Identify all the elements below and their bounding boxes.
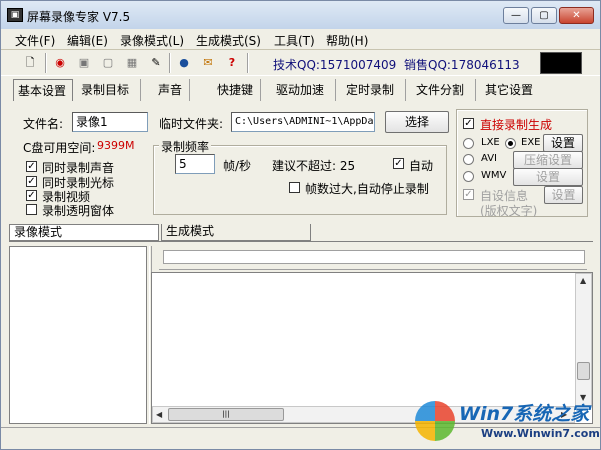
lxe-label: LXE — [481, 137, 500, 148]
window-title: 屏幕录像专家 V7.5 — [27, 10, 131, 24]
preview-box — [540, 52, 582, 74]
menu-tools[interactable]: 工具(T) — [274, 32, 315, 49]
minimize-button[interactable]: — — [503, 7, 529, 24]
wmv-settings-button[interactable]: 设置 — [513, 168, 583, 186]
filename-label: 文件名: — [23, 117, 64, 131]
auto-label: 自动 — [409, 159, 434, 173]
tempdir-input[interactable]: C:\Users\ADMINI~1\AppDa — [231, 112, 375, 132]
menu-generate-mode[interactable]: 生成模式(S) — [196, 32, 261, 49]
direct-generate-checkbox[interactable]: ✓ — [463, 118, 474, 129]
tab-hotkeys[interactable]: 快捷键 — [213, 79, 261, 101]
help-icon[interactable]: ? — [223, 54, 241, 72]
fps-unit: 帧/秒 — [223, 159, 252, 173]
watermark-brand: Win7系统之家 — [459, 403, 590, 425]
toolbar-separator — [45, 53, 47, 73]
custom-info-settings-button[interactable]: 设置 — [544, 186, 583, 204]
record-sound-checkbox[interactable]: ✓ — [26, 161, 37, 172]
avi-radio[interactable] — [463, 154, 474, 165]
choose-folder-button[interactable]: 选择 — [385, 111, 449, 133]
pause-icon[interactable]: ▣ — [75, 54, 93, 72]
record-video-checkbox[interactable]: ✓ — [26, 190, 37, 201]
avi-label: AVI — [481, 153, 497, 164]
auto-stop-checkbox[interactable] — [289, 182, 300, 193]
suggest-label: 建议不超过: 25 — [272, 159, 356, 173]
windows-logo-icon — [415, 401, 455, 441]
horizontal-scroll-thumb[interactable]: ||| — [168, 408, 284, 421]
wmv-label: WMV — [481, 170, 507, 181]
tab-other-settings[interactable]: 其它设置 — [481, 79, 545, 101]
record-list-panel[interactable] — [9, 246, 147, 424]
record-transparent-checkbox[interactable] — [26, 204, 37, 215]
tab-sound[interactable]: 声音 — [154, 79, 190, 101]
tab-driver-acceleration[interactable]: 驱动加速 — [272, 79, 336, 101]
main-window: ▣ 屏幕录像专家 V7.5 — ▢ ✕ 文件(F) 编辑(E) 录像模式(L) … — [0, 0, 601, 450]
toolbar: 🗋 ◉ ▣ ▢ ▦ ✎ ● ✉ ? 技术QQ:1571007409 销售QQ:1… — [1, 49, 600, 76]
close-button[interactable]: ✕ — [559, 7, 594, 24]
tab-scheduled-recording[interactable]: 定时录制 — [342, 79, 406, 101]
timeline-separator — [159, 269, 587, 270]
support-qq: 技术QQ:1571007409 — [273, 58, 397, 72]
scroll-left-icon[interactable]: ◀ — [156, 410, 162, 419]
wmv-radio[interactable] — [463, 171, 474, 182]
record-transparent-label: 录制透明窗体 — [42, 204, 115, 218]
record-mode-tab[interactable]: 录像模式 — [9, 224, 159, 241]
vertical-scroll-thumb[interactable] — [577, 362, 590, 380]
record-cursor-checkbox[interactable]: ✓ — [26, 176, 37, 187]
toolbar-separator — [247, 53, 249, 73]
custom-info-sublabel: (版权文字) — [480, 204, 538, 218]
direct-generate-label: 直接录制生成 — [480, 118, 553, 132]
app-icon: ▣ — [7, 8, 23, 22]
auto-stop-label: 帧数过大,自动停止录制 — [305, 182, 429, 196]
auto-checkbox[interactable]: ✓ — [393, 158, 404, 169]
pen-icon[interactable]: ✎ — [147, 54, 165, 72]
register-icon[interactable]: ✉ — [199, 54, 217, 72]
vertical-scrollbar[interactable]: ▲ ▼ — [575, 273, 592, 406]
scroll-up-icon[interactable]: ▲ — [580, 276, 586, 285]
compress-settings-button[interactable]: 压缩设置 — [513, 151, 583, 169]
watermark: Win7系统之家 Www.Winwin7.com — [413, 395, 600, 447]
tab-divider — [9, 241, 593, 242]
title-bar: ▣ 屏幕录像专家 V7.5 — ▢ ✕ — [1, 1, 600, 29]
menu-bar: 文件(F) 编辑(E) 录像模式(L) 生成模式(S) 工具(T) 帮助(H) — [1, 29, 600, 49]
watermark-url: Www.Winwin7.com — [481, 427, 600, 440]
sales-qq: 销售QQ:178046113 — [404, 58, 520, 72]
menu-record-mode[interactable]: 录像模式(L) — [120, 32, 184, 49]
disk-space-value: 9399M — [97, 139, 135, 152]
record-icon[interactable]: ◉ — [51, 54, 69, 72]
new-icon[interactable]: 🗋 — [21, 54, 39, 72]
exe-settings-button[interactable]: 设置 — [543, 134, 583, 152]
tab-file-split[interactable]: 文件分割 — [412, 79, 476, 101]
tab-strip: 基本设置 录制目标 声音 快捷键 驱动加速 定时录制 文件分割 其它设置 — [13, 79, 591, 103]
menu-file[interactable]: 文件(F) — [15, 32, 55, 49]
disk-space-label: C盘可用空间: — [23, 141, 96, 155]
timeline-bar[interactable] — [163, 250, 585, 264]
fps-input[interactable]: 5 — [175, 154, 215, 174]
menu-help[interactable]: 帮助(H) — [326, 32, 368, 49]
exe-label: EXE — [521, 137, 541, 148]
toolbar-separator — [169, 53, 171, 73]
custom-info-checkbox[interactable]: ✓ — [463, 189, 474, 200]
stop-icon[interactable]: ▢ — [99, 54, 117, 72]
menu-edit[interactable]: 编辑(E) — [67, 32, 108, 49]
tab-record-target[interactable]: 录制目标 — [77, 79, 141, 101]
tempdir-label: 临时文件夹: — [159, 117, 224, 131]
globe-icon[interactable]: ● — [175, 54, 193, 72]
tab-basic-settings[interactable]: 基本设置 — [13, 79, 73, 101]
frame-rate-group-label: 录制频率 — [159, 138, 212, 155]
lxe-radio[interactable] — [463, 138, 474, 149]
maximize-button[interactable]: ▢ — [531, 7, 557, 24]
filename-input[interactable]: 录像1 — [72, 112, 148, 132]
exe-radio[interactable] — [505, 138, 516, 149]
generate-mode-tab[interactable]: 生成模式 — [161, 224, 311, 241]
camera-icon[interactable]: ▦ — [123, 54, 141, 72]
